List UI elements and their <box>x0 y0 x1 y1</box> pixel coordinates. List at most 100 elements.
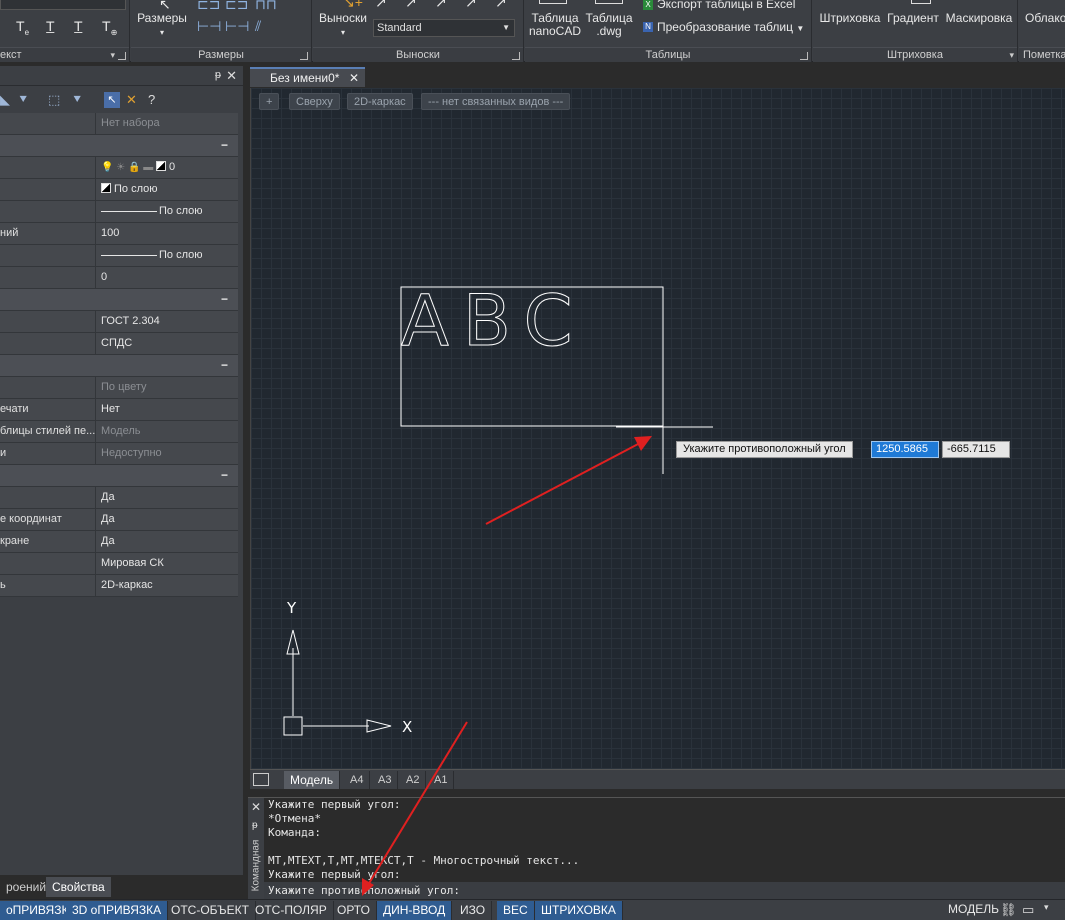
property-value[interactable]: 100 <box>95 223 238 244</box>
status-toggle[interactable]: ШТРИХОВКА <box>535 901 623 920</box>
collapse-icon[interactable]: − <box>221 358 228 372</box>
status-toggle[interactable]: ОРТО <box>331 901 377 920</box>
filter-icon[interactable]: ⬚ <box>48 92 60 108</box>
launcher-icon[interactable] <box>118 52 126 60</box>
dim-baseline-icon[interactable]: ⊢⊣ <box>197 18 221 35</box>
property-value[interactable]: 2D-каркас <box>95 575 238 596</box>
text-style-icon[interactable]: Te <box>16 18 29 37</box>
property-row[interactable]: По цвету <box>0 377 238 399</box>
layout-tab[interactable]: A1 <box>428 771 455 789</box>
property-value[interactable]: Недоступно <box>95 443 238 464</box>
convert-tables-button[interactable]: Преобразование таблиц ▼ <box>657 21 804 35</box>
property-row[interactable]: По слою <box>0 201 238 223</box>
launcher-icon[interactable] <box>300 52 308 60</box>
space-indicator[interactable]: МОДЕЛЬ <box>948 902 999 916</box>
property-value[interactable]: По слою <box>95 201 238 222</box>
text-justify-icon[interactable]: T̲ <box>74 18 83 34</box>
property-value[interactable]: Да <box>95 531 238 552</box>
tab-structure[interactable]: роений <box>0 877 52 897</box>
property-value[interactable]: 💡 ☀ 🔒 ▬ 0 <box>95 157 238 178</box>
property-row[interactable]: е координат Да <box>0 509 238 531</box>
property-value[interactable]: Нет набора <box>95 113 238 134</box>
launcher-icon[interactable] <box>800 52 808 60</box>
filter-pick-icon[interactable]: ⯆ <box>72 92 82 108</box>
property-value[interactable]: Нет <box>95 399 238 420</box>
status-toggle[interactable]: ВЕС <box>497 901 535 920</box>
layout-tab[interactable]: A4 <box>344 771 371 789</box>
text-align-icon[interactable]: T̲ <box>46 18 55 34</box>
status-toggle[interactable]: ДИН-ВВОД <box>377 901 453 920</box>
help-icon[interactable]: ? <box>148 92 155 107</box>
dim-continue-icon[interactable]: ⊢⊣ <box>225 18 249 35</box>
property-row[interactable]: Нет набора <box>0 113 238 135</box>
command-window-handle[interactable]: ✕ ᵽ Командная <box>248 798 264 899</box>
dim-oblique-icon[interactable]: ⫽ <box>255 18 261 35</box>
property-row[interactable]: и Недоступно <box>0 443 238 465</box>
property-row[interactable]: 0 <box>0 267 238 289</box>
callout-align-icon[interactable]: ↗ <box>435 0 447 11</box>
dim-aligned-icon[interactable]: ⊏⊐ <box>225 0 248 13</box>
property-row[interactable]: кране Да <box>0 531 238 553</box>
tab-properties[interactable]: Свойства <box>46 877 111 897</box>
callout-add-icon[interactable]: ↗ <box>375 0 387 11</box>
launcher-icon[interactable] <box>512 52 520 60</box>
drawing-canvas[interactable]: + Сверху 2D-каркас --- нет связанных вид… <box>250 88 1065 769</box>
annotation-scale-icon[interactable]: ⛓ <box>1000 902 1017 918</box>
property-row[interactable]: ГОСТ 2.304 <box>0 311 238 333</box>
monitor-icon[interactable]: ▭ <box>1022 902 1034 918</box>
property-row[interactable]: По слою <box>0 179 238 201</box>
layout-tab[interactable]: Модель <box>284 771 341 789</box>
collapse-icon[interactable]: − <box>221 292 228 306</box>
property-row[interactable]: ечати Нет <box>0 399 238 421</box>
dynamic-input-x-field[interactable]: 1250.5865 <box>871 441 939 458</box>
group-menu-icon[interactable]: ▾ <box>110 50 115 61</box>
property-row[interactable]: СПДС <box>0 333 238 355</box>
property-row[interactable]: ь 2D-каркас <box>0 575 238 597</box>
callouts-button[interactable]: Выноски ▾ <box>317 12 369 39</box>
property-value[interactable]: Модель <box>95 421 238 442</box>
collapse-icon[interactable]: − <box>221 138 228 152</box>
callout-arrow-icon[interactable]: ↘+ <box>343 0 363 11</box>
mask-button[interactable]: Маскировка <box>943 12 1015 25</box>
property-row[interactable]: блицы стилей пе... Модель <box>0 421 238 443</box>
property-value[interactable]: ГОСТ 2.304 <box>95 311 238 332</box>
deselect-icon[interactable]: ✕ <box>126 92 137 108</box>
group-menu-icon[interactable]: ▾ <box>1009 50 1014 61</box>
close-icon[interactable]: ✕ <box>226 68 237 84</box>
table-nanocad-button[interactable]: Таблица nanoCAD <box>527 12 583 38</box>
layouts-menu-icon[interactable] <box>253 773 269 786</box>
property-row[interactable]: ний 100 <box>0 223 238 245</box>
command-line-input[interactable]: Укажите противоположный угол: <box>264 882 1065 899</box>
pin-icon[interactable]: ᵽ <box>215 69 221 81</box>
document-tab[interactable]: Без имени0* ✕ <box>250 67 365 87</box>
callout-style-select[interactable]: Standard ▼ <box>373 19 515 37</box>
property-value[interactable]: СПДС <box>95 333 238 354</box>
property-value[interactable]: По слою <box>95 245 238 266</box>
text-style-combo[interactable] <box>0 0 126 10</box>
property-value[interactable]: По слою <box>95 179 238 200</box>
property-value[interactable]: Да <box>95 487 238 508</box>
property-value[interactable]: По цвету <box>95 377 238 398</box>
status-toggle[interactable]: ОТС-ПОЛЯР <box>249 901 334 920</box>
dimensions-button[interactable]: Размеры ▾ <box>137 12 187 39</box>
property-value[interactable]: Да <box>95 509 238 530</box>
property-category[interactable]: − <box>0 135 238 157</box>
quick-select-icon[interactable]: ⯆ <box>18 92 28 108</box>
status-toggle[interactable]: ИЗО <box>454 901 493 920</box>
text-field-icon[interactable]: T⊕ <box>102 18 117 37</box>
property-row[interactable]: 💡 ☀ 🔒 ▬ 0 <box>0 157 238 179</box>
status-toggle[interactable]: ОТС-ОБЪЕКТ <box>165 901 256 920</box>
property-row[interactable]: Да <box>0 487 238 509</box>
close-icon[interactable]: ✕ <box>349 69 359 87</box>
cloud-button[interactable]: Облако <box>1025 12 1065 25</box>
dim-linear-icon[interactable]: ⊏⊐ <box>197 0 220 13</box>
gradient-button[interactable]: Градиент <box>885 12 941 25</box>
layout-tab[interactable]: A2 <box>400 771 427 789</box>
collapse-icon[interactable]: − <box>221 468 228 482</box>
close-icon[interactable]: ✕ <box>251 800 261 814</box>
table-dwg-button[interactable]: Таблица .dwg <box>583 12 635 38</box>
dim-angular-icon[interactable]: ⊓⊓ <box>255 0 277 13</box>
pickadd-icon[interactable]: ↖ <box>104 92 120 108</box>
property-value[interactable]: 0 <box>95 267 238 288</box>
layout-tab[interactable]: A3 <box>372 771 399 789</box>
